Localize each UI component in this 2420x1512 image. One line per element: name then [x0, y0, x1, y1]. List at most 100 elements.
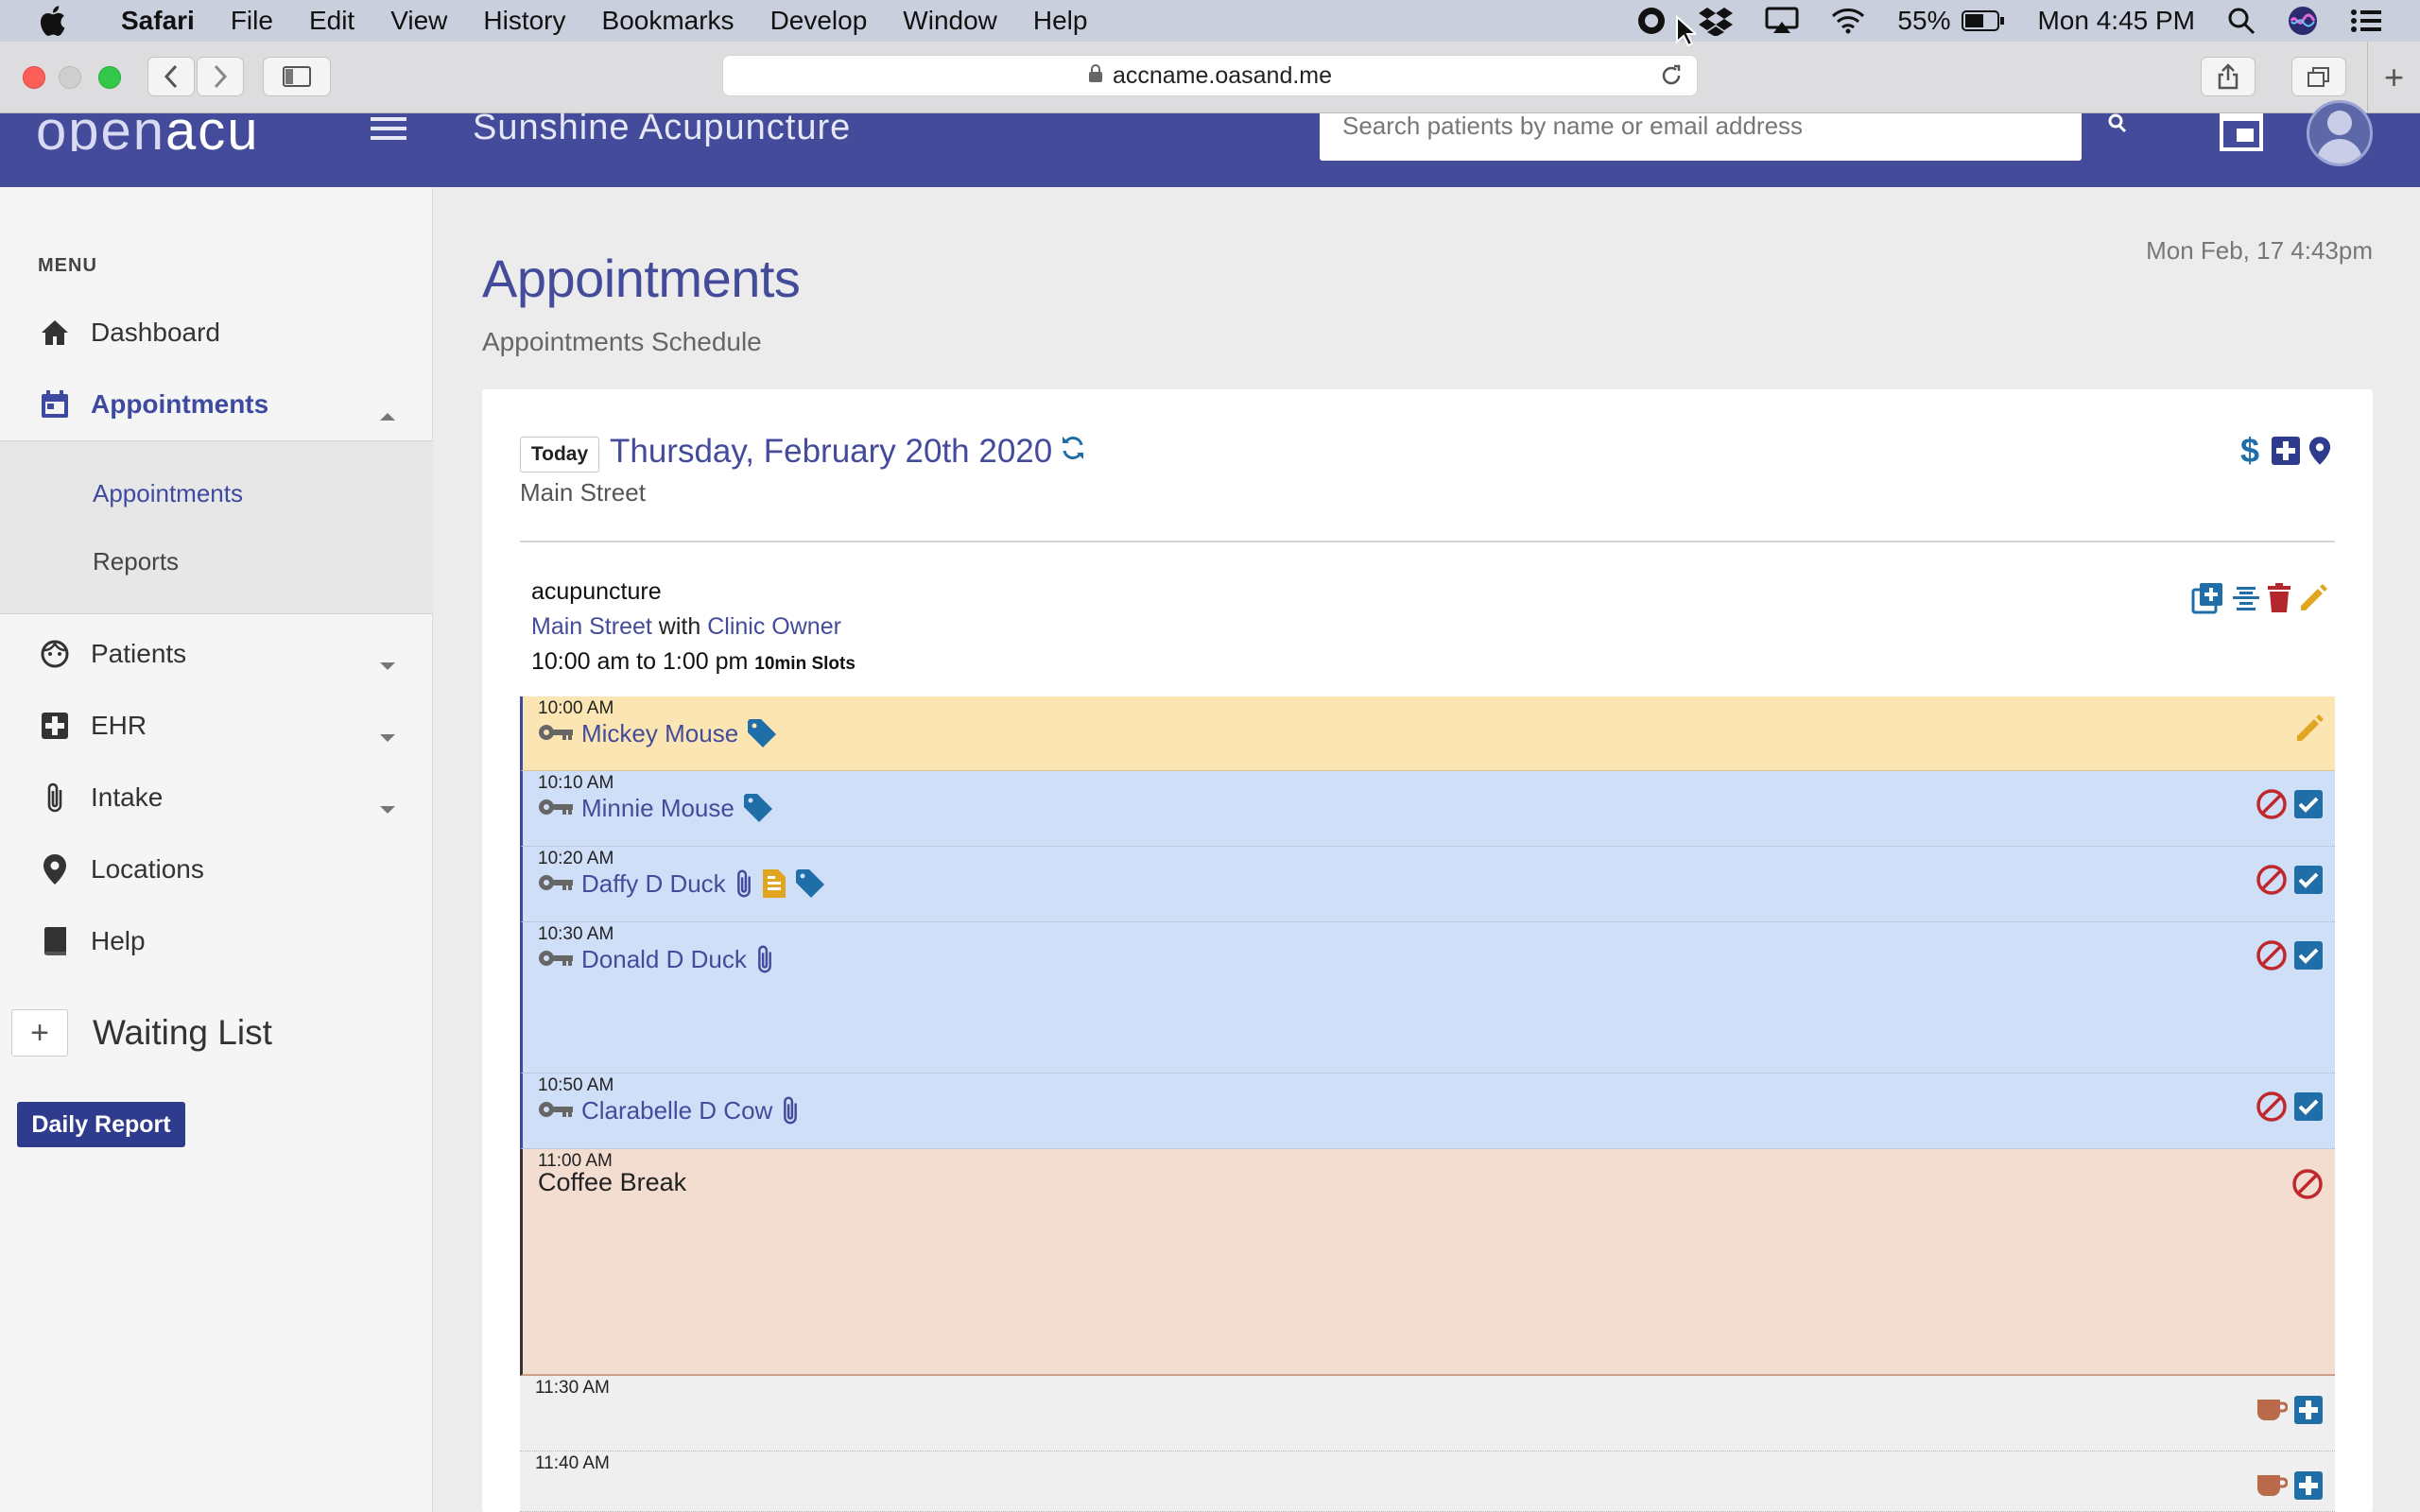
appointment-slot[interactable]: 10:10 AM Minnie Mouse	[520, 771, 2335, 847]
block-location-link[interactable]: Main Street	[531, 613, 652, 640]
forward-button[interactable]	[197, 57, 244, 96]
add-appointment-icon[interactable]	[2293, 1395, 2324, 1430]
reload-icon[interactable]	[1659, 63, 1684, 94]
cancel-appointment-icon[interactable]	[2256, 864, 2288, 901]
address-bar[interactable]: accname.oasand.me	[722, 55, 1698, 96]
patient-name-link[interactable]: Minnie Mouse	[581, 794, 735, 823]
siri-icon[interactable]	[2288, 6, 2318, 36]
sidebar-item-label: Locations	[91, 854, 204, 884]
block-hours: 10:00 am to 1:00 pm	[531, 648, 749, 675]
edit-block-pencil-icon[interactable]	[2297, 583, 2327, 618]
cancel-appointment-icon[interactable]	[2256, 1091, 2288, 1127]
map-marker-icon[interactable]	[2308, 435, 2331, 472]
add-block-icon[interactable]	[2271, 436, 2301, 471]
cancel-appointment-icon[interactable]	[2256, 939, 2288, 976]
calendar-view-icon[interactable]	[2220, 112, 2263, 156]
menu-view[interactable]: View	[390, 6, 447, 36]
coffee-break-icon[interactable]	[2256, 1396, 2289, 1429]
cancel-appointment-icon[interactable]	[2256, 788, 2288, 825]
edit-appointment-pencil-icon[interactable]	[2293, 713, 2324, 748]
today-button[interactable]: Today	[520, 437, 599, 472]
battery-icon[interactable]	[1962, 9, 2005, 32]
tag-icon[interactable]	[746, 717, 778, 749]
appointment-slot[interactable]: 10:50 AM Clarabelle D Cow	[520, 1074, 2335, 1149]
patient-name-link[interactable]: Mickey Mouse	[581, 719, 738, 748]
tag-icon[interactable]	[794, 868, 826, 900]
patient-name-link[interactable]: Donald D Duck	[581, 945, 747, 974]
copy-block-icon[interactable]	[2191, 582, 2225, 619]
airplay-icon[interactable]	[1765, 7, 1799, 35]
user-avatar[interactable]	[2307, 100, 2373, 166]
check-in-checkbox-icon[interactable]	[2293, 865, 2324, 900]
appointment-slot[interactable]: 10:20 AM Daffy D Duck	[520, 847, 2335, 922]
sidebar-item-help[interactable]: Help	[0, 913, 433, 970]
minimize-window-button[interactable]	[59, 66, 81, 89]
menu-history[interactable]: History	[483, 6, 565, 36]
notification-center-icon[interactable]	[2350, 8, 2382, 34]
trash-icon[interactable]	[2267, 583, 2291, 618]
menu-window[interactable]: Window	[903, 6, 997, 36]
calendar-icon	[36, 389, 74, 420]
submenu-item-appointments[interactable]: Appointments	[93, 479, 243, 508]
clock[interactable]: Mon 4:45 PM	[2037, 6, 2195, 36]
paperclip-icon[interactable]	[754, 943, 775, 975]
coffee-break-icon[interactable]	[2256, 1471, 2289, 1504]
appointment-slot[interactable]: 10:00 AM Mickey Mouse	[520, 696, 2335, 771]
menu-file[interactable]: File	[231, 6, 273, 36]
sidebar-toggle-button[interactable]	[263, 57, 331, 96]
patient-search-input[interactable]: Search patients by name or email address	[1320, 113, 2082, 161]
menu-develop[interactable]: Develop	[770, 6, 868, 36]
check-in-checkbox-icon[interactable]	[2293, 1091, 2324, 1126]
check-in-checkbox-icon[interactable]	[2293, 940, 2324, 975]
tag-icon[interactable]	[742, 792, 774, 824]
zoom-window-button[interactable]	[98, 66, 121, 89]
menu-help[interactable]: Help	[1033, 6, 1088, 36]
back-button[interactable]	[147, 57, 195, 96]
check-in-checkbox-icon[interactable]	[2293, 789, 2324, 824]
paperclip-icon[interactable]	[734, 868, 754, 900]
sidebar-item-ehr[interactable]: EHR	[0, 697, 433, 754]
appointment-slot[interactable]: 10:30 AM Donald D Duck	[520, 922, 2335, 1074]
tab-overview-button[interactable]	[2291, 57, 2346, 96]
new-tab-button[interactable]: +	[2367, 42, 2420, 113]
share-button[interactable]	[2201, 57, 2256, 96]
sidebar-item-appointments[interactable]: Appointments	[0, 376, 433, 433]
dropbox-icon[interactable]	[1699, 6, 1734, 36]
screen-record-icon[interactable]	[1636, 6, 1667, 36]
open-slot[interactable]: 11:40 AM	[520, 1452, 2335, 1512]
face-icon	[36, 639, 74, 669]
refresh-icon[interactable]	[1060, 433, 1086, 471]
open-slot[interactable]: 11:30 AM	[520, 1376, 2335, 1452]
close-window-button[interactable]	[23, 66, 45, 89]
menu-bookmarks[interactable]: Bookmarks	[602, 6, 735, 36]
block-location-line: Main Street with Clinic Owner	[531, 613, 856, 641]
apple-logo-icon[interactable]	[38, 5, 76, 37]
page-subtitle: Appointments Schedule	[482, 327, 762, 356]
document-icon[interactable]	[762, 868, 786, 899]
strikethrough-icon[interactable]	[2231, 583, 2261, 618]
search-button[interactable]	[2089, 113, 2148, 142]
break-slot[interactable]: 11:00 AM Coffee Break	[520, 1149, 2335, 1376]
daily-report-button[interactable]: Daily Report	[17, 1102, 185, 1147]
schedule-date-heading[interactable]: Thursday, February 20th 2020	[610, 433, 1086, 471]
add-appointment-icon[interactable]	[2293, 1470, 2324, 1505]
submenu-item-reports[interactable]: Reports	[93, 547, 179, 576]
sidebar-item-patients[interactable]: Patients	[0, 626, 433, 682]
add-waiting-list-button[interactable]: +	[11, 1009, 68, 1057]
patient-name-link[interactable]: Daffy D Duck	[581, 869, 726, 899]
wifi-icon[interactable]	[1831, 8, 1865, 34]
hamburger-menu-icon[interactable]	[371, 115, 406, 146]
sidebar-item-intake[interactable]: Intake	[0, 769, 433, 826]
slot-time: 10:20 AM	[538, 849, 614, 868]
dollar-icon[interactable]: $	[2238, 431, 2263, 473]
patient-name-link[interactable]: Clarabelle D Cow	[581, 1096, 772, 1125]
sidebar-item-locations[interactable]: Locations	[0, 841, 433, 898]
app-logo[interactable]: openacu	[36, 113, 260, 151]
spotlight-icon[interactable]	[2227, 7, 2256, 35]
paperclip-icon[interactable]	[780, 1094, 801, 1126]
block-practitioner-link[interactable]: Clinic Owner	[707, 613, 841, 640]
menu-safari[interactable]: Safari	[121, 6, 195, 36]
sidebar-item-dashboard[interactable]: Dashboard	[0, 304, 433, 361]
cancel-break-icon[interactable]	[2291, 1168, 2324, 1205]
menu-edit[interactable]: Edit	[309, 6, 354, 36]
